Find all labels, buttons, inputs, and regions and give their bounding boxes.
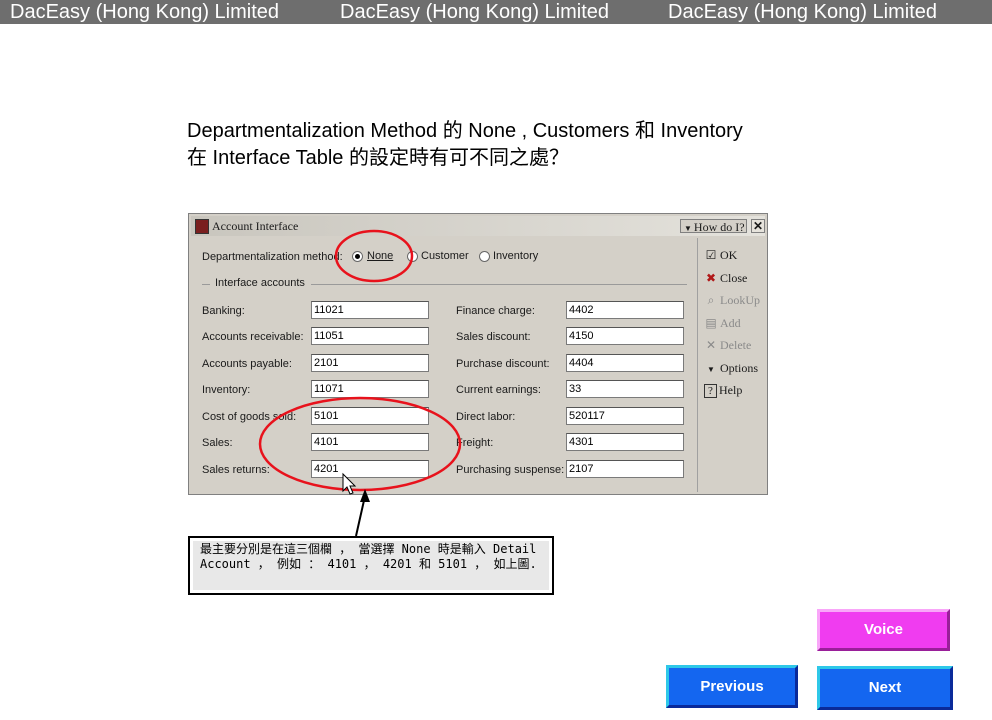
voice-button[interactable]: Voice bbox=[817, 609, 950, 651]
previous-button[interactable]: Previous bbox=[666, 665, 798, 708]
next-button[interactable]: Next bbox=[817, 666, 953, 710]
explanation-callout: 最主要分別是在這三個欄 ， 當選擇 None 時是輸入 Detail Accou… bbox=[188, 536, 554, 595]
highlight-ellipse-method bbox=[334, 229, 414, 283]
highlight-ellipse-fields bbox=[258, 396, 462, 492]
callout-text: 最主要分別是在這三個欄 ， 當選擇 None 時是輸入 Detail Accou… bbox=[200, 542, 537, 571]
